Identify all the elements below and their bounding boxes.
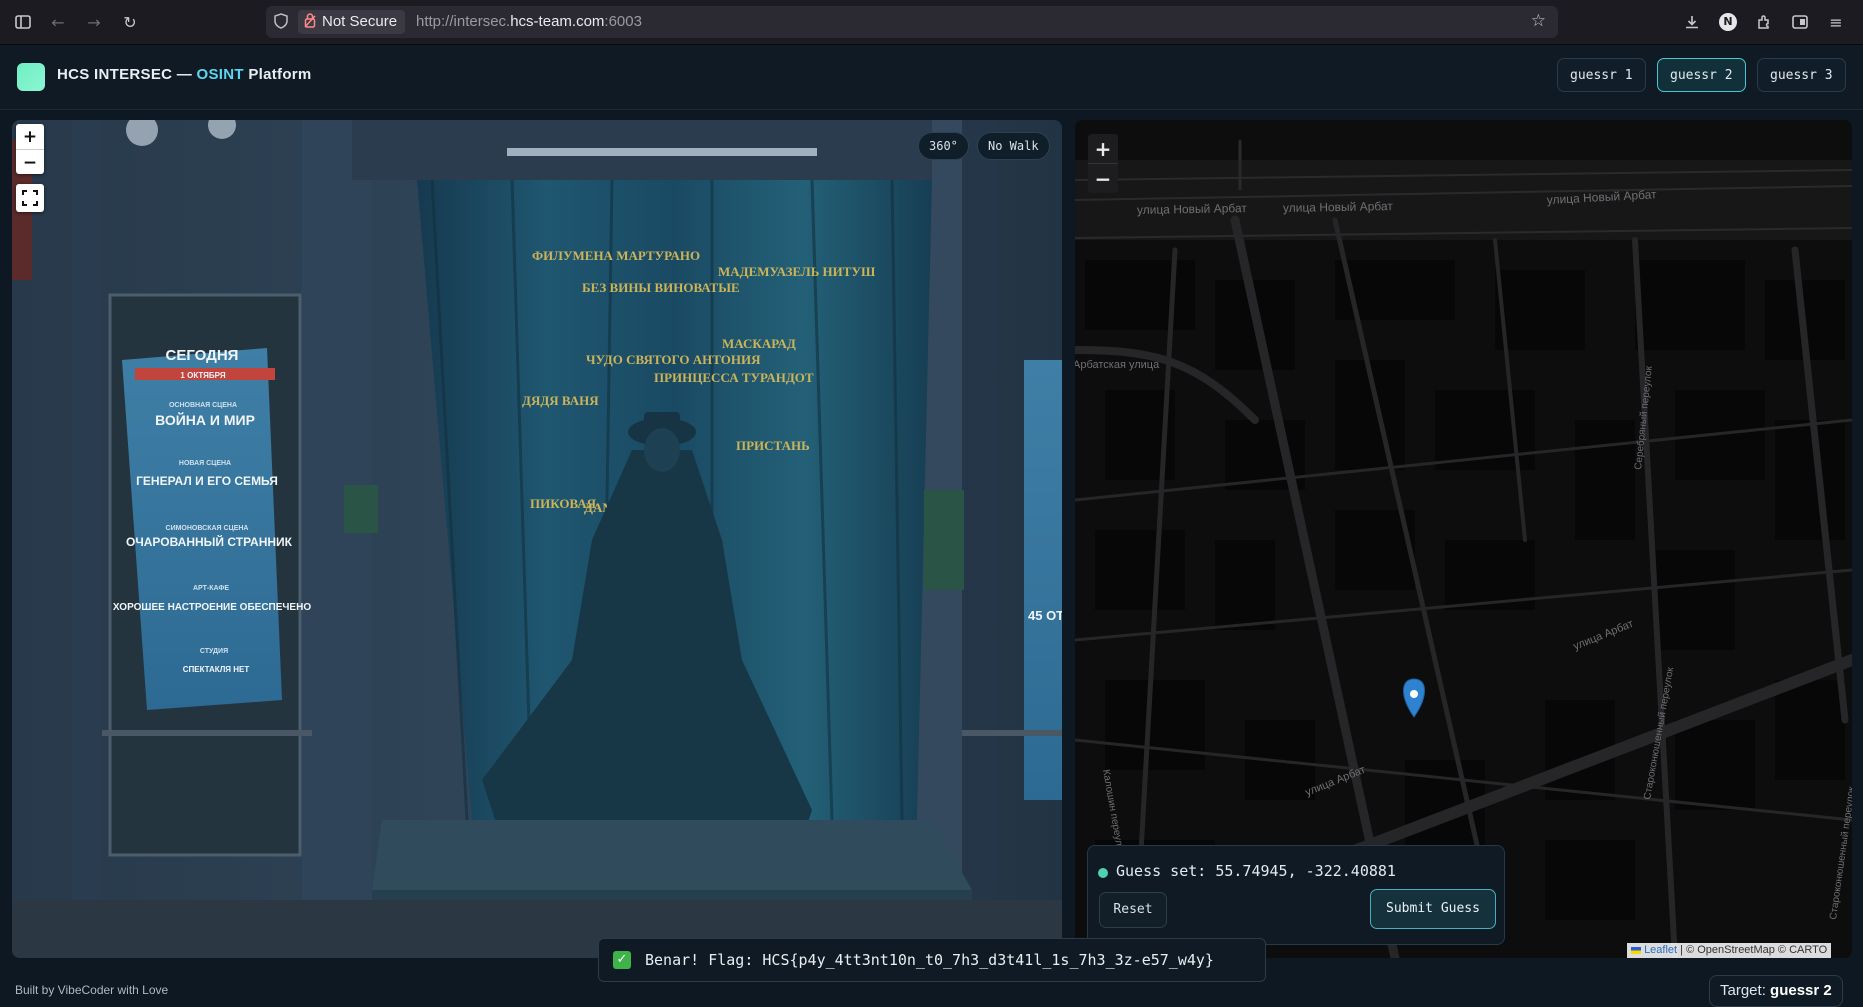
stone-column bbox=[72, 120, 102, 900]
no-walk-toggle[interactable]: No Walk bbox=[977, 132, 1050, 160]
target-badge: Target: guessr 2 bbox=[1709, 975, 1843, 1007]
tab-guessr-3[interactable]: guessr 3 bbox=[1757, 58, 1846, 92]
railing bbox=[962, 730, 1062, 736]
tab-guessr-2[interactable]: guessr 2 bbox=[1657, 58, 1746, 92]
attribution-text: | © OpenStreetMap © CARTO bbox=[1677, 944, 1828, 956]
back-icon[interactable]: ← bbox=[46, 10, 70, 34]
insecure-lock-icon bbox=[304, 10, 316, 39]
target-label: Target: bbox=[1720, 982, 1771, 999]
container-tabs-icon[interactable] bbox=[1788, 10, 1812, 34]
account-initial: N bbox=[1719, 13, 1737, 31]
downloads-icon[interactable] bbox=[1680, 10, 1704, 34]
panorama-viewer[interactable]: ФИЛУМЕНА МАРТУРАНО БЕЗ ВИНЫ ВИНОВАТЫЕ МА… bbox=[12, 120, 1062, 958]
billboard-item: ВОЙНА И МИР bbox=[155, 411, 255, 428]
curtain-word: ФИЛУМЕНА МАРТУРАНО bbox=[532, 248, 700, 263]
view-360-toggle[interactable]: 360° bbox=[918, 132, 969, 160]
app-title: HCS INTERSEC — OSINT Platform bbox=[57, 66, 312, 83]
billboard-item: НОВАЯ СЦЕНА bbox=[179, 460, 231, 467]
billboard-item: ГЕНЕРАЛ И ЕГО СЕМЬЯ bbox=[136, 474, 278, 488]
railing bbox=[102, 730, 312, 736]
submit-guess-button[interactable]: Submit Guess bbox=[1370, 889, 1496, 929]
toast-message: Benar! Flag: HCS{p4y_4tt3nt10n_t0_7h3_d3… bbox=[645, 951, 1214, 969]
map-tiles[interactable]: улица Новый Арбат улица Новый Арбат улиц… bbox=[1075, 120, 1852, 958]
title-suffix: Platform bbox=[243, 66, 312, 83]
status-dot-icon bbox=[1098, 868, 1108, 878]
leaflet-link[interactable]: Leaflet bbox=[1644, 944, 1677, 956]
billboard-item: АРТ-КАФЕ bbox=[193, 585, 229, 592]
curtain-word: МАДЕМУАЗЕЛЬ НИТУШ bbox=[718, 264, 876, 279]
url-prefix: http://intersec. bbox=[416, 13, 511, 30]
pedestal bbox=[372, 820, 972, 890]
billboard-item: ОСНОВНАЯ СЦЕНА bbox=[169, 402, 237, 409]
street-label: улица Новый Арбат bbox=[1283, 199, 1394, 215]
right-board-text: 45 ОТ bbox=[1028, 608, 1062, 623]
panorama-scene[interactable]: ФИЛУМЕНА МАРТУРАНО БЕЗ ВИНЫ ВИНОВАТЫЕ МА… bbox=[12, 120, 1062, 958]
map-attribution: Leaflet | © OpenStreetMap © CARTO bbox=[1627, 943, 1832, 958]
title-osint: OSINT bbox=[196, 66, 244, 83]
result-toast: ✓ Benar! Flag: HCS{p4y_4tt3nt10n_t0_7h3_… bbox=[598, 938, 1266, 982]
reset-button[interactable]: Reset bbox=[1099, 892, 1167, 928]
curtain-word: МАСКАРАД bbox=[722, 336, 796, 351]
url-domain: hcs-team.com bbox=[510, 13, 605, 30]
map-zoom-in-button[interactable]: + bbox=[1088, 134, 1118, 163]
connection-security-badge[interactable]: Not Secure bbox=[298, 10, 406, 34]
account-avatar[interactable]: N bbox=[1716, 10, 1740, 34]
browser-toolbar: ← → ↻ Not Secure http://intersec.hcs-tea… bbox=[0, 0, 1863, 45]
billboard-date: 1 ОКТЯБРЯ bbox=[180, 371, 225, 380]
url-text[interactable]: http://intersec.hcs-team.com:6003 bbox=[416, 6, 642, 38]
wall-plaque bbox=[924, 490, 964, 590]
map-zoom-out-button[interactable]: − bbox=[1088, 163, 1118, 193]
address-bar[interactable]: Not Secure http://intersec.hcs-team.com:… bbox=[266, 6, 1558, 38]
title-prefix: HCS INTERSEC — bbox=[57, 66, 197, 83]
bookmark-star-icon[interactable]: ☆ bbox=[1531, 11, 1546, 31]
fullscreen-icon bbox=[22, 190, 38, 206]
ukraine-flag-icon bbox=[1631, 946, 1641, 954]
curtain-word: ПРИСТАНЬ bbox=[736, 438, 810, 453]
pano-zoom-control: + − bbox=[16, 124, 44, 174]
billboard-item: СТУДИЯ bbox=[200, 648, 228, 655]
street-label: улица Новый Арбат bbox=[1137, 201, 1248, 217]
curtain-word: ДЯДЯ ВАНЯ bbox=[522, 393, 599, 408]
map-zoom-control: + − bbox=[1088, 134, 1118, 193]
guess-map[interactable]: улица Новый Арбат улица Новый Арбат улиц… bbox=[1075, 120, 1852, 958]
curtain-word: ЧУДО СВЯТОГО АНТОНИЯ bbox=[586, 352, 761, 367]
fullscreen-button[interactable] bbox=[16, 184, 44, 212]
app-logo bbox=[17, 63, 45, 91]
forward-icon[interactable]: → bbox=[82, 10, 106, 34]
wall-plaque bbox=[344, 485, 378, 533]
tracking-shield-icon[interactable] bbox=[274, 13, 288, 33]
menu-icon[interactable]: ≡ bbox=[1824, 10, 1848, 34]
reload-icon[interactable]: ↻ bbox=[118, 10, 142, 34]
tab-guessr-1[interactable]: guessr 1 bbox=[1557, 58, 1646, 92]
billboard-item: ХОРОШЕЕ НАСТРОЕНИЕ ОБЕСПЕЧЕНО bbox=[113, 602, 311, 613]
security-label: Not Secure bbox=[322, 13, 398, 30]
extensions-icon[interactable] bbox=[1752, 10, 1776, 34]
guess-status: Guess set: 55.74945, -322.40881 bbox=[1116, 862, 1396, 880]
pano-zoom-out-button[interactable]: − bbox=[16, 149, 44, 175]
billboard-item: СИМОНОВСКАЯ СЦЕНА bbox=[166, 525, 249, 532]
url-suffix: :6003 bbox=[604, 13, 642, 30]
lintel-bar bbox=[507, 148, 817, 156]
curtain-word: БЕЗ ВИНЫ ВИНОВАТЫЕ bbox=[582, 280, 740, 295]
curtain-word: ПРИНЦЕССА ТУРАНДОТ bbox=[654, 370, 814, 385]
target-value: guessr 2 bbox=[1770, 982, 1832, 999]
pano-zoom-in-button[interactable]: + bbox=[16, 124, 44, 149]
billboard-item: СПЕКТАКЛЯ НЕТ bbox=[183, 665, 250, 674]
check-mark-icon: ✓ bbox=[613, 951, 631, 969]
sidebar-toggle-icon[interactable] bbox=[11, 10, 35, 34]
billboard-item: ОЧАРОВАННЫЙ СТРАННИК bbox=[126, 534, 293, 549]
billboard-header: СЕГОДНЯ bbox=[166, 347, 239, 364]
street-label: Арбатская улица bbox=[1075, 359, 1160, 371]
footer-credit: Built by VibeCoder with Love bbox=[15, 983, 169, 997]
